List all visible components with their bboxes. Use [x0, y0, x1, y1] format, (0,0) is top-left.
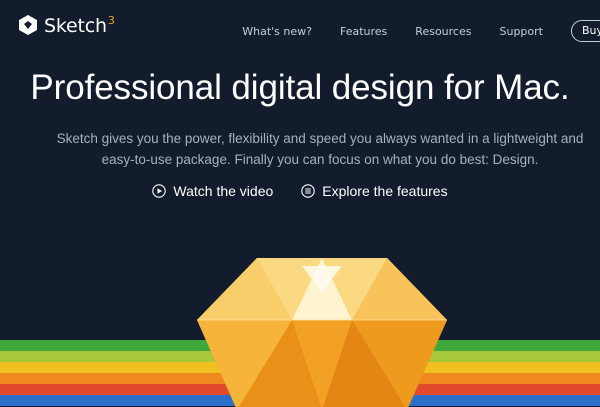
- page-headline: Professional digital design for Mac.: [30, 68, 570, 107]
- diamond-logo-icon: [19, 15, 37, 35]
- sketch-diamond-illustration: [197, 258, 447, 407]
- play-circle-icon: [152, 184, 167, 198]
- brand-name: Sketch: [44, 15, 107, 37]
- nav-item-features[interactable]: Features: [340, 25, 387, 38]
- watch-video-link[interactable]: Watch the video: [152, 183, 273, 199]
- nav-item-support[interactable]: Support: [499, 25, 542, 38]
- nav-item-resources[interactable]: Resources: [415, 25, 471, 38]
- explore-features-label: Explore the features: [322, 183, 448, 199]
- nav-item-whats-new[interactable]: What's new?: [242, 25, 312, 38]
- watch-video-label: Watch the video: [173, 183, 274, 199]
- hero-subtext-line-2: easy-to-use package. Finally you can foc…: [101, 152, 539, 167]
- explore-features-link[interactable]: Explore the features: [301, 183, 448, 199]
- sketch-logo[interactable]: Sketch 3: [18, 14, 115, 38]
- cta-row: Watch the video Explore the features: [0, 183, 600, 199]
- main-nav: What's new? Features Resources Support B…: [242, 20, 600, 42]
- hero-subtext-line-1: Sketch gives you the power, flexibility …: [56, 131, 584, 146]
- hero-subtext: Sketch gives you the power, flexibility …: [0, 128, 600, 170]
- site-header: Sketch 3 What's new? Features Resources …: [0, 0, 600, 56]
- brand-version: 3: [107, 14, 115, 27]
- buy-button[interactable]: Buy: [570, 20, 600, 42]
- list-circle-icon: [301, 184, 316, 198]
